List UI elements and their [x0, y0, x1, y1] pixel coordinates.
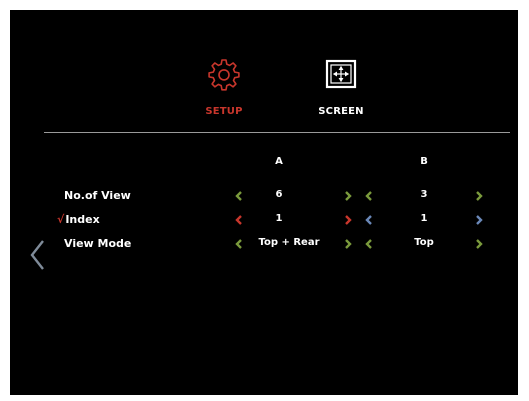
column-header-b: B — [420, 156, 428, 167]
chevron-left-icon — [365, 239, 372, 249]
index-a-increase-button[interactable] — [343, 214, 353, 226]
tab-setup-label: SETUP — [205, 106, 243, 117]
chevron-left-icon — [30, 240, 44, 270]
index-b-value: 1 — [420, 213, 428, 224]
gear-icon — [208, 59, 240, 91]
view-mode-b-value: Top — [414, 237, 434, 248]
tab-setup[interactable]: SETUP — [184, 58, 264, 117]
row-label-no-of-view: No.of View — [64, 189, 131, 202]
back-button[interactable] — [28, 239, 48, 271]
screen-move-icon — [325, 59, 357, 89]
tab-screen-label: SCREEN — [318, 106, 364, 117]
chevron-left-icon — [365, 215, 372, 225]
chevron-left-icon — [365, 191, 372, 201]
row-label-index: Index — [65, 213, 100, 226]
chevron-right-icon — [476, 239, 483, 249]
view-mode-a-increase-button[interactable] — [343, 238, 353, 250]
row-index[interactable]: √Index — [57, 213, 100, 226]
column-header-a: A — [275, 156, 283, 167]
index-b-increase-button[interactable] — [474, 214, 484, 226]
tab-screen[interactable]: SCREEN — [301, 58, 381, 117]
chevron-right-icon — [476, 191, 483, 201]
chevron-right-icon — [345, 215, 352, 225]
chevron-right-icon — [345, 191, 352, 201]
no-of-view-b-value: 3 — [420, 189, 428, 200]
view-mode-b-increase-button[interactable] — [474, 238, 484, 250]
menu-divider — [44, 132, 510, 133]
chevron-right-icon — [345, 239, 352, 249]
chevron-right-icon — [476, 215, 483, 225]
row-label-view-mode: View Mode — [64, 237, 132, 250]
view-mode-a-value: Top + Rear — [258, 237, 320, 248]
no-of-view-a-value: 6 — [275, 189, 283, 200]
index-a-value: 1 — [275, 213, 283, 224]
check-mark-icon: √ — [57, 213, 65, 226]
no-of-view-b-decrease-button[interactable] — [364, 190, 374, 202]
no-of-view-a-increase-button[interactable] — [343, 190, 353, 202]
chevron-left-icon — [235, 239, 242, 249]
no-of-view-b-increase-button[interactable] — [474, 190, 484, 202]
view-mode-a-decrease-button[interactable] — [234, 238, 244, 250]
view-mode-b-decrease-button[interactable] — [364, 238, 374, 250]
menu-screen: SETUP SCREEN A B No.of View 6 3 √Index 1… — [10, 10, 518, 395]
index-b-decrease-button[interactable] — [364, 214, 374, 226]
